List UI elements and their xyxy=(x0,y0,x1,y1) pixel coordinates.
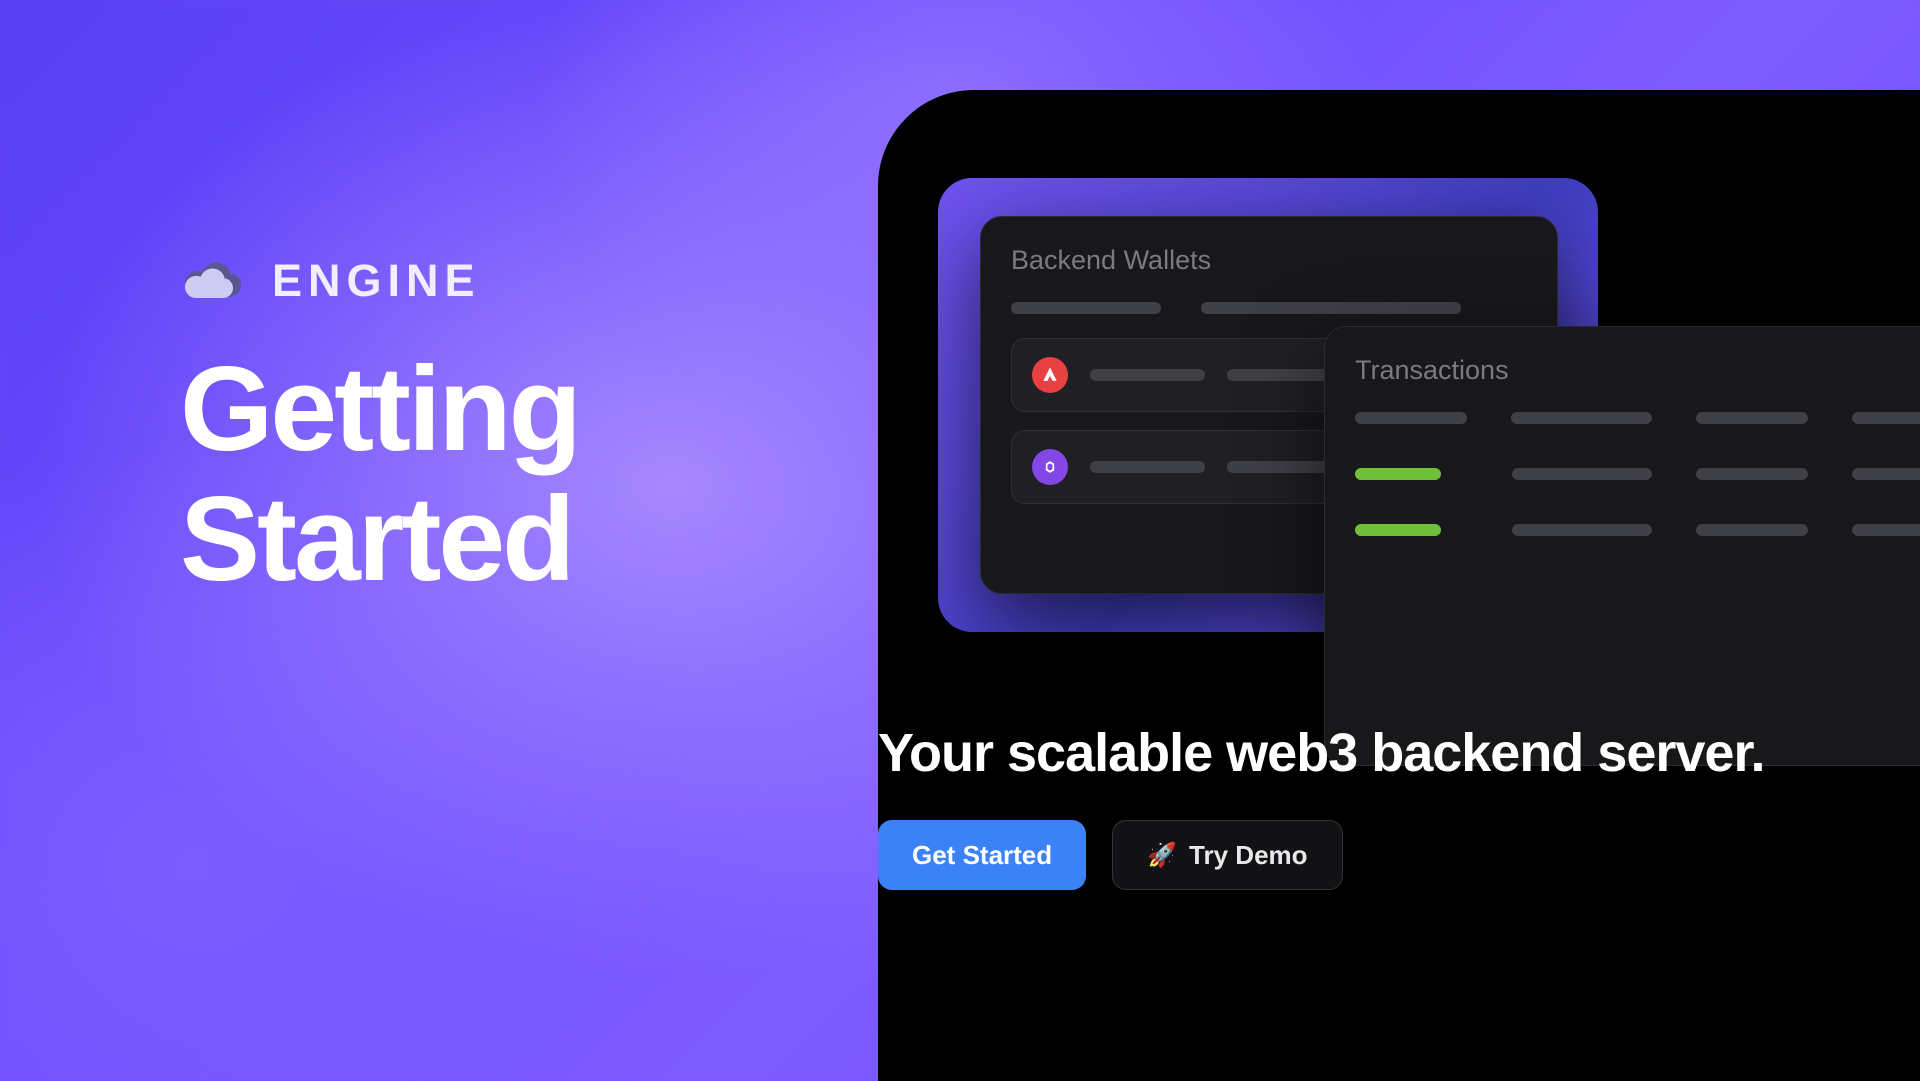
device-mock: Backend Wallets Transactions xyxy=(878,90,1920,1081)
hero-left-column: ENGINE Getting Started xyxy=(180,255,579,604)
transactions-panel: Transactions xyxy=(1324,326,1920,766)
placeholder-bar xyxy=(1852,524,1920,536)
placeholder-bar xyxy=(1355,412,1467,424)
try-demo-label: Try Demo xyxy=(1189,840,1308,871)
placeholder-bar xyxy=(1512,524,1653,536)
tx-panel-title: Transactions xyxy=(1355,355,1920,386)
placeholder-bar xyxy=(1696,524,1808,536)
cta-row: Get Started 🚀 Try Demo xyxy=(878,820,1343,890)
placeholder-bar xyxy=(1201,302,1461,314)
brand-row: ENGINE xyxy=(180,255,579,307)
placeholder-bar xyxy=(1852,412,1920,424)
try-demo-button[interactable]: 🚀 Try Demo xyxy=(1112,820,1342,890)
status-bar-green xyxy=(1355,524,1441,536)
tx-data-row xyxy=(1355,468,1920,480)
wallets-panel-title: Backend Wallets xyxy=(1011,245,1527,276)
placeholder-bar xyxy=(1512,468,1653,480)
tagline: Your scalable web3 backend server. xyxy=(878,722,1764,784)
avalanche-icon xyxy=(1032,357,1068,393)
placeholder-bar xyxy=(1696,412,1808,424)
hero-title-line2: Started xyxy=(180,475,579,605)
rocket-icon: 🚀 xyxy=(1147,841,1177,870)
get-started-button[interactable]: Get Started xyxy=(878,820,1086,890)
hero-art: Backend Wallets Transactions xyxy=(938,178,1898,658)
placeholder-bar xyxy=(1090,369,1205,381)
polygon-icon xyxy=(1032,449,1068,485)
placeholder-bar xyxy=(1511,412,1652,424)
tx-header-row xyxy=(1355,412,1920,424)
placeholder-bar xyxy=(1011,302,1161,314)
hero-title-line1: Getting xyxy=(180,345,579,475)
status-bar-green xyxy=(1355,468,1441,480)
tx-data-row xyxy=(1355,524,1920,536)
wallets-header-row xyxy=(1011,302,1527,314)
placeholder-bar xyxy=(1696,468,1808,480)
hero-title: Getting Started xyxy=(180,345,579,604)
brand-label: ENGINE xyxy=(272,255,481,307)
get-started-label: Get Started xyxy=(912,840,1052,871)
placeholder-bar xyxy=(1852,468,1920,480)
cloud-icon xyxy=(180,257,246,305)
placeholder-bar xyxy=(1090,461,1205,473)
